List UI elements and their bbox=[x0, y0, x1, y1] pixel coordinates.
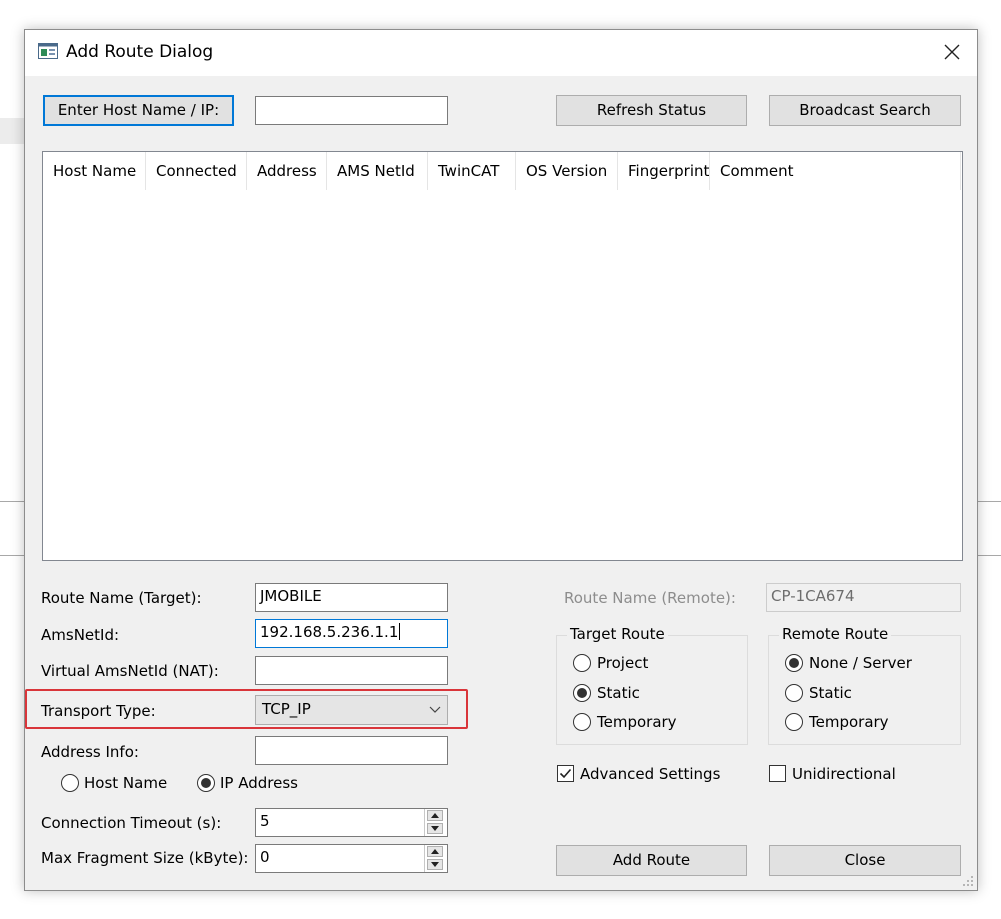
advanced-settings-label: Advanced Settings bbox=[580, 765, 721, 783]
resize-grip-icon[interactable] bbox=[962, 875, 974, 887]
column-header[interactable]: OS Version bbox=[516, 152, 618, 190]
target-project-label: Project bbox=[597, 654, 649, 672]
spin-down-icon[interactable] bbox=[427, 823, 443, 834]
timeout-spinner[interactable] bbox=[424, 809, 447, 836]
target-project-radio[interactable] bbox=[573, 654, 591, 672]
remote-temporary-label: Temporary bbox=[809, 713, 889, 731]
background-divider bbox=[978, 501, 1001, 502]
remote-static-radio[interactable] bbox=[785, 684, 803, 702]
close-button[interactable]: Close bbox=[769, 845, 961, 876]
background-divider bbox=[0, 501, 25, 502]
unidirectional-label: Unidirectional bbox=[792, 765, 896, 783]
add-route-button[interactable]: Add Route bbox=[556, 845, 747, 876]
amsnetid-input[interactable]: 192.168.5.236.1.1 bbox=[255, 619, 448, 648]
virtual-amsnetid-label: Virtual AmsNetId (NAT): bbox=[41, 662, 219, 680]
window-icon bbox=[38, 43, 58, 59]
column-header[interactable]: Fingerprint bbox=[618, 152, 710, 190]
text-caret bbox=[399, 623, 401, 640]
route-name-input[interactable]: JMOBILE bbox=[255, 583, 448, 612]
spin-up-icon[interactable] bbox=[427, 810, 443, 821]
max-fragment-input[interactable]: 0 bbox=[255, 844, 448, 873]
enter-host-button[interactable]: Enter Host Name / IP: bbox=[43, 95, 234, 126]
advanced-settings-checkbox[interactable] bbox=[557, 765, 574, 782]
ip-address-radio[interactable] bbox=[197, 774, 215, 792]
connection-timeout-label: Connection Timeout (s): bbox=[41, 814, 222, 832]
column-header[interactable]: TwinCAT bbox=[428, 152, 516, 190]
transport-type-highlight bbox=[25, 689, 468, 729]
target-static-label: Static bbox=[597, 684, 640, 702]
background-divider bbox=[0, 555, 25, 556]
window-title: Add Route Dialog bbox=[66, 42, 214, 62]
title-bar: Add Route Dialog bbox=[25, 30, 977, 76]
column-header[interactable]: Comment bbox=[710, 152, 961, 190]
address-info-input[interactable] bbox=[255, 736, 448, 765]
checkmark-icon bbox=[559, 768, 572, 779]
target-route-group: Target Route Project Static Temporary bbox=[556, 625, 748, 745]
column-header[interactable]: Connected bbox=[146, 152, 247, 190]
remote-route-name-input: CP-1CA674 bbox=[766, 583, 961, 612]
remote-temporary-radio[interactable] bbox=[785, 713, 803, 731]
max-fragment-label: Max Fragment Size (kByte): bbox=[41, 849, 249, 867]
remote-none-server-label: None / Server bbox=[809, 654, 912, 672]
remote-route-group: Remote Route None / Server Static Tempor… bbox=[768, 625, 961, 745]
ip-address-label: IP Address bbox=[220, 774, 298, 792]
target-temporary-radio[interactable] bbox=[573, 713, 591, 731]
remote-static-label: Static bbox=[809, 684, 852, 702]
unidirectional-checkbox[interactable] bbox=[769, 765, 786, 782]
target-temporary-label: Temporary bbox=[597, 713, 677, 731]
connection-timeout-input[interactable]: 5 bbox=[255, 808, 448, 837]
address-info-label: Address Info: bbox=[41, 743, 139, 761]
route-list[interactable]: Host Name Connected Address AMS NetId Tw… bbox=[42, 151, 963, 561]
fragment-spinner[interactable] bbox=[424, 845, 447, 872]
max-fragment-value: 0 bbox=[260, 848, 270, 866]
broadcast-search-button[interactable]: Broadcast Search bbox=[769, 95, 961, 126]
close-icon[interactable] bbox=[941, 41, 963, 63]
amsnetid-value: 192.168.5.236.1.1 bbox=[260, 623, 399, 641]
remote-route-title: Remote Route bbox=[779, 625, 892, 643]
add-route-dialog: Add Route Dialog Enter Host Name / IP: R… bbox=[24, 29, 978, 891]
spin-down-icon[interactable] bbox=[427, 859, 443, 870]
route-name-label: Route Name (Target): bbox=[41, 589, 202, 607]
target-route-title: Target Route bbox=[567, 625, 668, 643]
remote-route-name-label: Route Name (Remote): bbox=[564, 589, 736, 607]
host-name-radio[interactable] bbox=[61, 774, 79, 792]
amsnetid-label: AmsNetId: bbox=[41, 626, 120, 644]
connection-timeout-value: 5 bbox=[260, 812, 270, 830]
list-header: Host Name Connected Address AMS NetId Tw… bbox=[43, 152, 962, 190]
virtual-amsnetid-input[interactable] bbox=[255, 656, 448, 685]
host-ip-input[interactable] bbox=[255, 96, 448, 125]
column-header[interactable]: Address bbox=[247, 152, 327, 190]
remote-none-server-radio[interactable] bbox=[785, 654, 803, 672]
host-name-label: Host Name bbox=[84, 774, 168, 792]
column-header[interactable]: AMS NetId bbox=[327, 152, 428, 190]
column-header[interactable]: Host Name bbox=[43, 152, 146, 190]
background-divider bbox=[978, 555, 1001, 556]
target-static-radio[interactable] bbox=[573, 684, 591, 702]
background-band bbox=[0, 118, 25, 144]
refresh-status-button[interactable]: Refresh Status bbox=[556, 95, 747, 126]
spin-up-icon[interactable] bbox=[427, 846, 443, 857]
